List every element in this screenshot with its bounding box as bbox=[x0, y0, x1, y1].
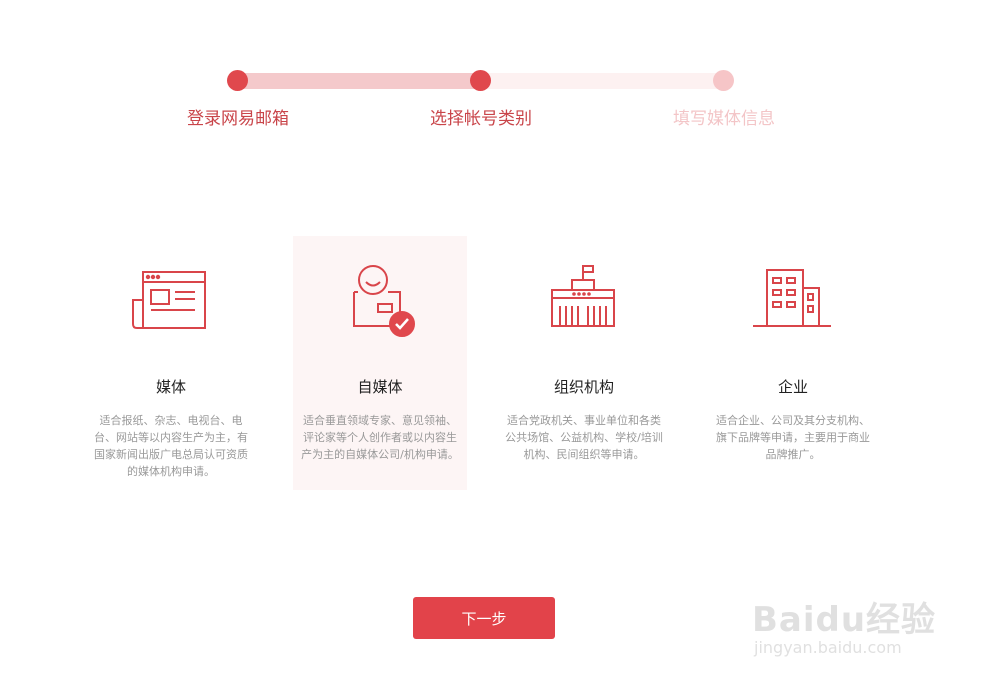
step-2-label: 选择帐号类别 bbox=[430, 109, 532, 129]
card-organization-title: 组织机构 bbox=[553, 378, 614, 396]
step-2-dot bbox=[470, 70, 491, 91]
institution-building-icon bbox=[551, 265, 615, 327]
step-3-dot bbox=[713, 70, 734, 91]
stepper-track-completed bbox=[238, 73, 481, 89]
card-self-media-desc: 适合垂直领域专家、意见领袖、评论家等个人创作者或以内容生产为主的自媒体公司/机构… bbox=[301, 414, 459, 461]
card-self-media-title: 自媒体 bbox=[357, 378, 403, 396]
card-enterprise-desc: 适合企业、公司及其分支机构、旗下品牌等申请，主要用于商业品牌推广。 bbox=[716, 414, 870, 461]
step-1-dot bbox=[227, 70, 248, 91]
account-type-card-organization[interactable]: 组织机构 适合党政机关、事业单位和各类公共场馆、公益机构、学校/培训机构、民间组… bbox=[497, 236, 671, 490]
watermark-title: Baidu经验 bbox=[752, 600, 937, 640]
newspaper-icon bbox=[132, 271, 206, 329]
card-enterprise-title: 企业 bbox=[777, 378, 808, 396]
progress-stepper: 登录网易邮箱 选择帐号类别 填写媒体信息 bbox=[0, 0, 982, 140]
step-1-label: 登录网易邮箱 bbox=[187, 109, 289, 129]
next-step-button[interactable]: 下一步 bbox=[413, 597, 555, 639]
stepper-track-pending bbox=[481, 73, 724, 89]
account-type-card-self-media[interactable]: 自媒体 适合垂直领域专家、意见领袖、评论家等个人创作者或以内容生产为主的自媒体公… bbox=[293, 236, 467, 490]
card-media-title: 媒体 bbox=[155, 378, 186, 396]
step-3-label: 填写媒体信息 bbox=[673, 109, 775, 129]
account-type-card-media[interactable]: 媒体 适合报纸、杂志、电视台、电台、网站等以内容生产为主，有国家新闻出版广电总局… bbox=[84, 236, 258, 490]
person-check-icon bbox=[353, 265, 415, 337]
card-organization-desc: 适合党政机关、事业单位和各类公共场馆、公益机构、学校/培训机构、民间组织等申请。 bbox=[505, 414, 663, 461]
account-type-card-enterprise[interactable]: 企业 适合企业、公司及其分支机构、旗下品牌等申请，主要用于商业品牌推广。 bbox=[706, 236, 880, 490]
office-building-icon bbox=[753, 269, 831, 327]
baidu-jingyan-watermark: Baidu经验 jingyan.baidu.com bbox=[752, 592, 972, 668]
card-media-desc: 适合报纸、杂志、电视台、电台、网站等以内容生产为主，有国家新闻出版广电总局认可资… bbox=[94, 414, 248, 478]
watermark-url: jingyan.baidu.com bbox=[754, 638, 902, 657]
